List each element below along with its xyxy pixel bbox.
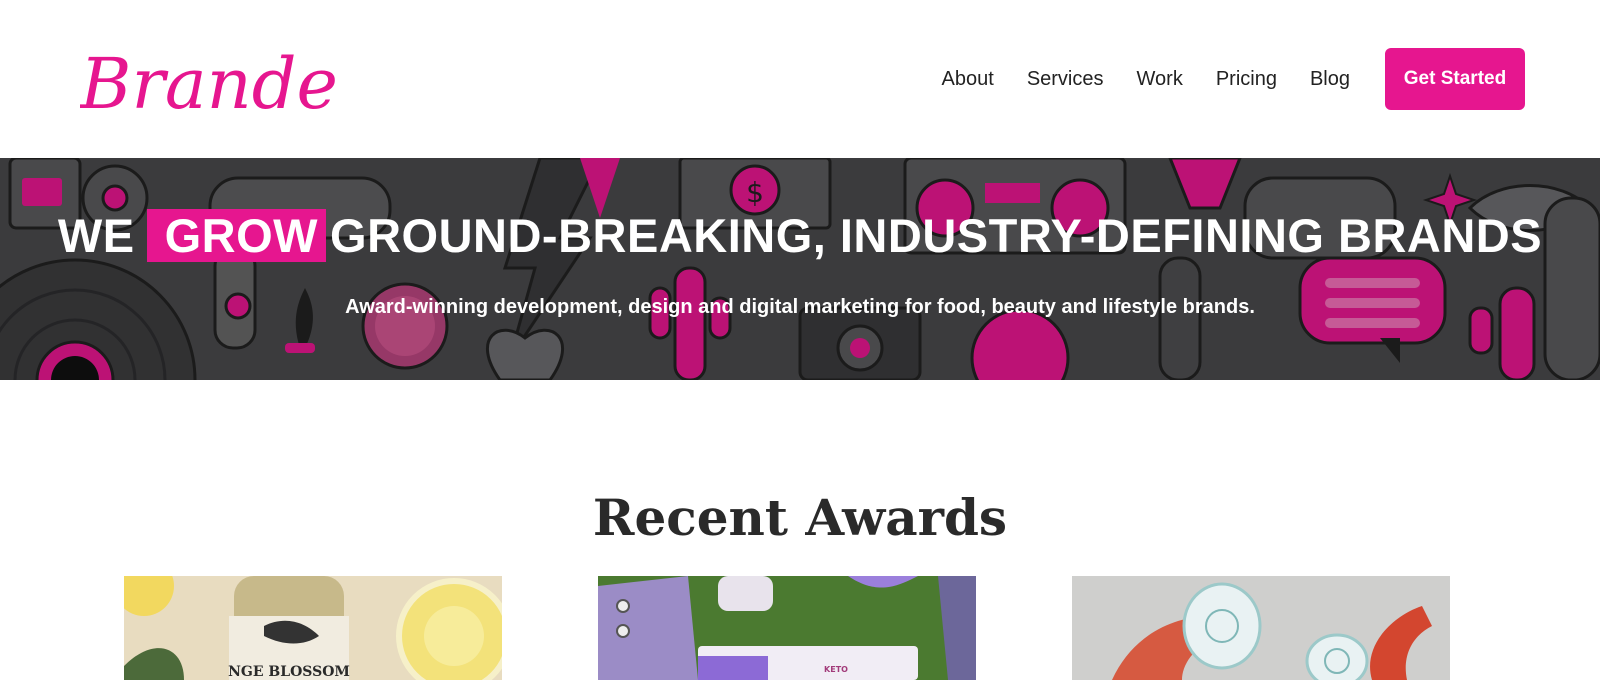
hero-headline-pre: WE: [57, 209, 135, 262]
award-card-1[interactable]: NGE BLOSSOM: [124, 576, 502, 680]
award-image-hands: [1072, 576, 1450, 680]
site-header: Brandettes About Services Work Pricing B…: [0, 0, 1600, 158]
nav-pricing[interactable]: Pricing: [1216, 68, 1277, 91]
nav-blog[interactable]: Blog: [1310, 68, 1350, 91]
get-started-button[interactable]: Get Started: [1385, 48, 1525, 110]
award-image-grass: KETO: [598, 576, 976, 680]
award-card-1-label: NGE BLOSSOM: [228, 664, 350, 680]
hero-headline: WE GROW GROUND-BREAKING, INDUSTRY-DEFINING…: [0, 208, 1600, 263]
hero-headline-post: GROUND-BREAKING, INDUSTRY-DEFINING BRAND…: [330, 209, 1543, 262]
hero-illustration: $: [0, 158, 1600, 380]
logo-text: Brandettes: [80, 43, 340, 125]
award-card-3[interactable]: [1072, 576, 1450, 680]
logo-mark: Brandettes: [78, 43, 472, 125]
hero-headline-highlight: GROW: [146, 209, 327, 262]
main-nav: About Services Work Pricing Blog: [942, 68, 1350, 91]
nav-services[interactable]: Services: [1027, 68, 1104, 91]
award-card-2[interactable]: KETO: [598, 576, 976, 680]
nav-about[interactable]: About: [942, 68, 994, 91]
awards-section-title: Recent Awards: [592, 488, 1008, 547]
brand-logo[interactable]: Brandettes: [78, 30, 472, 130]
hero-banner: $ WE GROW GROUND-BREAKING, INDUSTRY-DEFI…: [0, 158, 1600, 380]
award-card-2-label: KETO: [824, 665, 848, 674]
award-image-bottle: NGE BLOSSOM: [124, 576, 502, 680]
hero-subtitle: Award-winning development, design and di…: [345, 296, 1255, 318]
nav-work[interactable]: Work: [1137, 68, 1183, 91]
